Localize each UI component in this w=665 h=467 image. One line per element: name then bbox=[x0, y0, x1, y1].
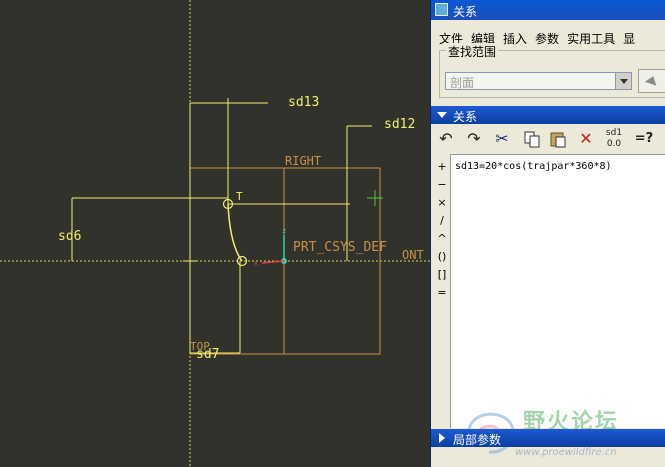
csys-z-label: z bbox=[282, 227, 287, 235]
op-plus-button[interactable]: + bbox=[435, 158, 449, 176]
dim-sd13-label[interactable]: sd13 bbox=[288, 95, 319, 110]
t-label: T bbox=[236, 190, 243, 203]
relations-editor[interactable]: sd13=20*cos(trajpar*360*8) bbox=[450, 154, 665, 428]
menu-utilities[interactable]: 实用工具 bbox=[567, 30, 615, 47]
chevron-down-icon[interactable] bbox=[615, 73, 631, 89]
csys-label: PRT_CSYS_DEF bbox=[293, 240, 387, 255]
lookin-value: 剖面 bbox=[450, 76, 475, 90]
show-dimensions-icon[interactable]: sd1 0.0 bbox=[603, 128, 625, 150]
front-plane-label: ONT bbox=[402, 248, 424, 262]
local-params-section-header[interactable]: 局部参数 bbox=[431, 429, 665, 447]
op-minus-button[interactable]: − bbox=[435, 176, 449, 194]
cut-icon[interactable]: ✂ bbox=[491, 128, 513, 150]
local-params-label: 局部参数 bbox=[453, 433, 502, 447]
relation-line[interactable]: sd13=20*cos(trajpar*360*8) bbox=[455, 161, 612, 172]
relations-dialog: 关系 文件 编辑 插入 参数 实用工具显 查找范围 剖面 关系 ↶ ↷ ✂ ✕ sd1 0… bbox=[430, 0, 665, 467]
select-pointer-button[interactable] bbox=[638, 69, 665, 93]
lookin-select[interactable]: 剖面 bbox=[445, 72, 632, 90]
dialog-title: 关系 bbox=[453, 5, 478, 19]
collapse-arrow-icon bbox=[437, 112, 447, 118]
op-power-button[interactable]: ^ bbox=[435, 230, 449, 248]
dialog-titlebar[interactable]: 关系 bbox=[431, 0, 665, 20]
menu-parameters[interactable]: 参数 bbox=[535, 30, 559, 47]
trajectory-curve[interactable] bbox=[227, 203, 243, 262]
watermark-url: www.proewildfire.cn bbox=[515, 447, 617, 458]
csys-x-label: x bbox=[254, 259, 259, 267]
op-parentheses-button[interactable]: () bbox=[435, 248, 449, 266]
relations-section-label: 关系 bbox=[453, 110, 478, 124]
lookin-legend: 查找范围 bbox=[446, 43, 499, 60]
top-plane-label: TOP bbox=[190, 340, 210, 353]
dim-sd12-label[interactable]: sd12 bbox=[384, 117, 415, 132]
menu-show[interactable]: 显 bbox=[623, 30, 635, 47]
app-icon bbox=[435, 3, 448, 16]
delete-icon[interactable]: ✕ bbox=[575, 128, 597, 150]
redo-icon[interactable]: ↷ bbox=[463, 128, 485, 150]
op-brackets-button[interactable]: [] bbox=[435, 266, 449, 284]
relations-section-header[interactable]: 关系 bbox=[431, 106, 665, 124]
op-equals-button[interactable]: = bbox=[435, 284, 449, 302]
undo-icon[interactable]: ↶ bbox=[435, 128, 457, 150]
dim-sd6-label[interactable]: sd6 bbox=[58, 229, 81, 244]
relations-toolbar: ↶ ↷ ✂ ✕ sd1 0.0 =? bbox=[431, 126, 665, 154]
copy-icon[interactable] bbox=[521, 128, 543, 150]
paste-icon[interactable] bbox=[547, 128, 569, 150]
op-multiply-button[interactable]: × bbox=[435, 194, 449, 212]
graphics-window[interactable]: sd13 sd12 sd6 sd7 RIGHT TOP PRT_CSYS_DEF… bbox=[0, 0, 430, 467]
menu-insert[interactable]: 插入 bbox=[503, 30, 527, 47]
right-plane-label: RIGHT bbox=[285, 154, 322, 168]
sd-icon-text: sd1 bbox=[605, 128, 623, 138]
op-divide-button[interactable]: / bbox=[435, 212, 449, 230]
evaluate-icon[interactable]: =? bbox=[633, 128, 655, 150]
expand-arrow-icon bbox=[439, 433, 445, 443]
lookin-group: 查找范围 剖面 bbox=[439, 43, 665, 98]
